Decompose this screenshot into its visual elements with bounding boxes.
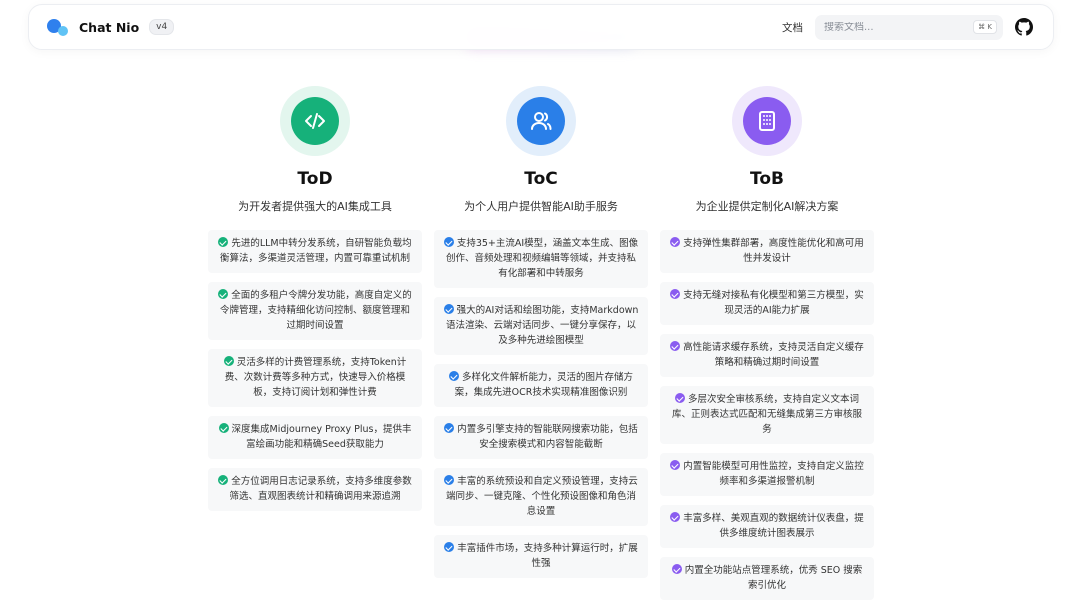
column-title: ToD [297, 169, 333, 189]
check-circle-icon [674, 393, 685, 403]
version-badge: v4 [149, 19, 175, 35]
feature-list: 支持35+主流AI模型，涵盖文本生成、图像创作、音频处理和视频编辑等领域，并支持… [434, 230, 648, 578]
feature-item: 支持无缝对接私有化模型和第三方模型，实现灵活的AI能力扩展 [660, 282, 874, 325]
check-circle-icon [443, 304, 454, 314]
feature-item: 丰富插件市场，支持多种计算运行时，扩展性强 [434, 535, 648, 578]
feature-item: 深度集成Midjourney Proxy Plus，提供丰富绘画功能和精确See… [208, 416, 422, 459]
check-circle-icon [218, 475, 229, 485]
check-circle-icon [218, 237, 229, 247]
check-circle-icon [670, 512, 681, 522]
feature-item: 灵活多样的计费管理系统，支持Token计费、次数计费等多种方式，快速导入价格模板… [208, 349, 422, 407]
feature-item: 支持弹性集群部署，高度性能优化和高可用性并发设计 [660, 230, 874, 273]
feature-item: 全面的多租户令牌分发功能，高度自定义的令牌管理，支持精细化访问控制、额度管理和过… [208, 282, 422, 340]
check-circle-icon [223, 356, 234, 366]
feature-item: 支持35+主流AI模型，涵盖文本生成、图像创作、音频处理和视频编辑等领域，并支持… [434, 230, 648, 288]
check-circle-icon [670, 289, 681, 299]
check-circle-icon [670, 341, 681, 351]
toc-icon-halo [506, 86, 576, 156]
feature-item: 丰富多样、美观直观的数据统计仪表盘，提供多维度统计图表展示 [660, 505, 874, 548]
check-circle-icon [444, 542, 455, 552]
check-circle-icon [444, 475, 455, 485]
check-circle-icon [218, 423, 229, 433]
docs-link[interactable]: 文档 [782, 20, 803, 35]
column-subtitle: 为企业提供定制化AI解决方案 [695, 200, 839, 213]
column-toc: ToC 为个人用户提供智能AI助手服务 支持35+主流AI模型，涵盖文本生成、图… [434, 86, 648, 578]
feature-item: 多样化文件解析能力，灵活的图片存储方案，集成先进OCR技术实现精准图像识别 [434, 364, 648, 407]
column-title: ToC [524, 169, 558, 189]
search-input[interactable] [824, 21, 974, 33]
column-tob: ToB 为企业提供定制化AI解决方案 支持弹性集群部署，高度性能优化和高可用性并… [660, 86, 874, 600]
top-navbar: Chat Nio v4 文档 ⌘ K [28, 4, 1054, 50]
github-icon[interactable] [1015, 18, 1033, 36]
search-shortcut: ⌘ K [973, 20, 997, 34]
feature-list: 支持弹性集群部署，高度性能优化和高可用性并发设计 支持无缝对接私有化模型和第三方… [660, 230, 874, 600]
check-circle-icon [671, 564, 682, 574]
feature-item: 内置智能模型可用性监控，支持自定义监控频率和多渠道报警机制 [660, 453, 874, 496]
users-icon [531, 112, 552, 130]
feature-item: 丰富的系统预设和自定义预设管理，支持云端同步、一键克隆、个性化预设图像和角色消息… [434, 468, 648, 526]
check-circle-icon [444, 423, 455, 433]
feature-item: 多层次安全审核系统，支持自定义文本词库、正则表达式匹配和无缝集成第三方审核服务 [660, 386, 874, 444]
brand-name: Chat Nio [79, 19, 140, 35]
search-box[interactable]: ⌘ K [815, 14, 1003, 40]
feature-item: 高性能请求缓存系统，支持灵活自定义缓存策略和精确过期时间设置 [660, 334, 874, 377]
column-subtitle: 为开发者提供强大的AI集成工具 [238, 200, 392, 213]
check-circle-icon [670, 237, 681, 247]
column-tod: ToD 为开发者提供强大的AI集成工具 先进的LLM中转分发系统，自研智能负载均… [208, 86, 422, 511]
nav-right: 文档 ⌘ K [782, 14, 1033, 40]
tob-icon-halo [732, 86, 802, 156]
check-circle-icon [670, 460, 681, 470]
feature-list: 先进的LLM中转分发系统，自研智能负载均衡算法，多渠道灵活管理，内置可靠重试机制… [208, 230, 422, 511]
feature-item: 内置全功能站点管理系统，优秀 SEO 搜索索引优化 [660, 557, 874, 600]
check-circle-icon [443, 237, 454, 247]
feature-item: 全方位调用日志记录系统，支持多维度参数筛选、直观图表统计和精确调用来源追溯 [208, 468, 422, 511]
feature-item: 先进的LLM中转分发系统，自研智能负载均衡算法，多渠道灵活管理，内置可靠重试机制 [208, 230, 422, 273]
brand[interactable]: Chat Nio v4 [47, 17, 175, 37]
building-icon [759, 111, 775, 131]
tod-icon-halo [280, 86, 350, 156]
column-subtitle: 为个人用户提供智能AI助手服务 [464, 200, 618, 213]
check-circle-icon [448, 371, 459, 381]
column-title: ToB [750, 169, 784, 189]
feature-item: 内置多引擎支持的智能联网搜索功能，包括安全搜索模式和内容智能截断 [434, 416, 648, 459]
code-icon [305, 113, 325, 129]
chatnio-logo-icon [47, 17, 71, 37]
check-circle-icon [218, 289, 229, 299]
feature-item: 强大的AI对话和绘图功能，支持Markdown语法渲染、云端对话同步、一键分享保… [434, 297, 648, 355]
